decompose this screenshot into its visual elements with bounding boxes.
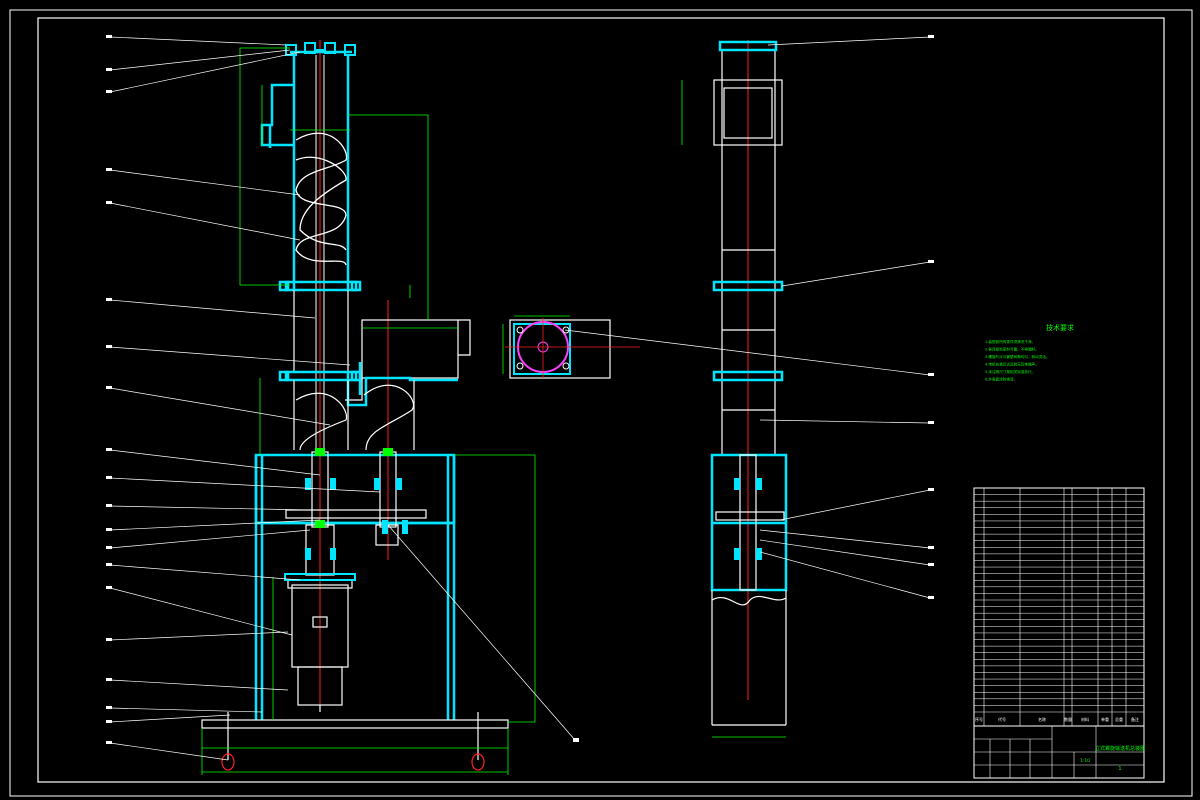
bom-header-row: 序号 代号 名称 数量 材料 单重 总重 备注 <box>975 716 1139 722</box>
tech-requirements-title: 技术要求 <box>1046 323 1074 332</box>
bom-header-cell: 备注 <box>1131 716 1139 722</box>
balloon-ticks-right <box>928 35 934 599</box>
middle-tube <box>293 290 349 372</box>
bom-header-cell: 名称 <box>1038 716 1046 722</box>
side-dimensions <box>681 80 786 738</box>
bom-frame <box>973 487 1145 727</box>
section-view-flange <box>502 315 640 379</box>
bom-header-cell: 代号 <box>998 716 1006 722</box>
tech-note-line: 1.装配前所有零件须清洗干净。 <box>985 339 1035 344</box>
bom-header-cell: 材料 <box>1081 716 1089 722</box>
base-plate <box>201 719 509 729</box>
drawing-name: 立式螺旋输送机总装图 <box>1095 745 1145 752</box>
cad-drawing-canvas: 技术要求 1.装配前所有零件须清洗干净。 2.各连接处密封可靠，不得漏料。 3.螺旋… <box>9 9 1193 797</box>
gear-hubs <box>315 448 393 528</box>
bom-rows <box>974 494 1144 713</box>
spiral-flights <box>295 132 348 266</box>
sheet-outer-border <box>9 9 1193 797</box>
sheet-inner-border <box>37 17 1165 783</box>
technical-requirements: 技术要求 1.装配前所有零件须清洗干净。 2.各连接处密封可靠，不得漏料。 3.螺旋… <box>985 323 1074 382</box>
bill-of-materials: 序号 代号 名称 数量 材料 单重 总重 备注 <box>973 487 1145 727</box>
balloon-ticks-left <box>106 35 579 744</box>
tech-note-line: 6.外表面涂防锈漆。 <box>985 377 1017 382</box>
tech-note-line: 5.未注明尺寸按相关标准执行。 <box>985 369 1035 374</box>
bom-header-cell: 数量 <box>1064 716 1072 722</box>
dimension-lines-front <box>201 47 536 775</box>
lower-auger <box>293 380 415 451</box>
sheet-number: 1 <box>1118 766 1121 772</box>
inlet-duct <box>346 362 458 407</box>
anchor-bolts <box>221 712 485 771</box>
bom-header-cell: 序号 <box>975 716 983 722</box>
tech-note-line: 2.各连接处密封可靠，不得漏料。 <box>985 347 1039 352</box>
title-block: 立式螺旋输送机总装图 1:10 1 <box>973 725 1145 779</box>
tech-notes-list: 1.装配前所有零件须清洗干净。 2.各连接处密封可靠，不得漏料。 3.螺旋叶片与管壁… <box>985 339 1050 382</box>
side-lower-section <box>711 590 787 726</box>
side-view <box>564 35 934 738</box>
front-view <box>106 35 579 775</box>
gearbox-housing <box>254 453 456 720</box>
bom-column-lines <box>983 488 1127 726</box>
tech-note-line: 3.螺旋叶片与管壁间隙均匀，转动灵活。 <box>985 354 1050 359</box>
bom-header-cell: 单重 <box>1101 716 1109 722</box>
upper-auger-tube <box>260 50 352 290</box>
side-gearbox <box>710 453 788 592</box>
feed-hopper <box>345 319 471 401</box>
tech-note-line: 4.电机安装后试运转无异常噪声。 <box>985 362 1039 367</box>
bom-header-cell: 总重 <box>1115 716 1123 722</box>
drawing-scale: 1:10 <box>1080 758 1090 764</box>
